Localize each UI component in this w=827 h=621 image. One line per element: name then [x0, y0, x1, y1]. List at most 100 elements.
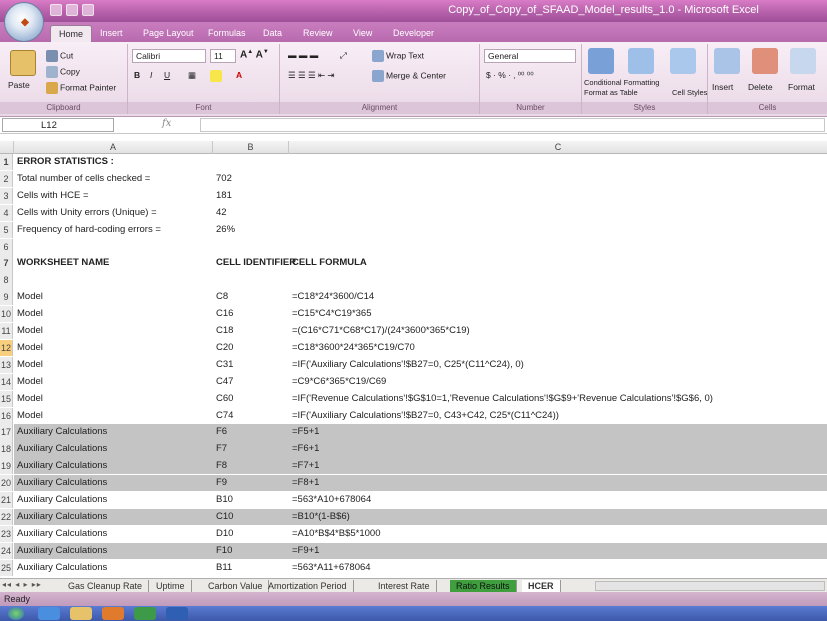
- cell-worksheet-name[interactable]: [14, 239, 213, 255]
- cell-worksheet-name[interactable]: Frequency of hard-coding errors =: [14, 222, 213, 238]
- tab-page-layout[interactable]: Page Layout: [135, 25, 202, 42]
- row-header[interactable]: 11: [0, 323, 13, 340]
- cell-worksheet-name[interactable]: Model: [14, 374, 213, 390]
- cell-worksheet-name[interactable]: Auxiliary Calculations: [14, 526, 213, 542]
- cell-formula[interactable]: [289, 205, 827, 221]
- cell-worksheet-name[interactable]: Model: [14, 289, 213, 305]
- row-header[interactable]: 8: [0, 272, 13, 289]
- cell-formula[interactable]: =(C16*C71*C68*C17)/(24*3600*365*C19): [289, 323, 827, 339]
- underline-button[interactable]: U: [164, 70, 170, 80]
- cell-worksheet-name[interactable]: Cells with HCE =: [14, 188, 213, 204]
- cell-identifier[interactable]: F8: [213, 458, 289, 475]
- cell-formula[interactable]: =F7+1: [289, 458, 827, 475]
- cell-identifier[interactable]: F7: [213, 441, 289, 458]
- row-header[interactable]: 3: [0, 187, 13, 205]
- cell-worksheet-name[interactable]: Auxiliary Calculations: [14, 458, 213, 475]
- grow-font-button[interactable]: A▲ A▼: [240, 49, 269, 60]
- cell-formula[interactable]: =563*A10+678064: [289, 492, 827, 508]
- cell-identifier[interactable]: C31: [213, 357, 289, 373]
- row-header[interactable]: 17: [0, 424, 13, 441]
- cell-worksheet-name[interactable]: Auxiliary Calculations: [14, 424, 213, 441]
- conditional-formatting-button[interactable]: Conditional Formatting: [584, 78, 659, 87]
- cell-identifier[interactable]: D10: [213, 526, 289, 542]
- sheet-tab[interactable]: HCER: [522, 580, 561, 592]
- cell-formula[interactable]: [289, 171, 827, 187]
- insert-cells-icon[interactable]: [714, 48, 740, 74]
- cell-formula[interactable]: [289, 272, 827, 288]
- cell-worksheet-name[interactable]: Model: [14, 408, 213, 424]
- cell-worksheet-name[interactable]: Auxiliary Calculations: [14, 475, 213, 492]
- font-size-select[interactable]: 11: [210, 49, 236, 63]
- tab-formulas[interactable]: Formulas: [200, 25, 254, 42]
- font-color-icon[interactable]: A: [236, 70, 242, 80]
- cell-identifier[interactable]: 702: [213, 171, 289, 187]
- cell-worksheet-name[interactable]: Auxiliary Calculations: [14, 441, 213, 458]
- cell-formula[interactable]: [289, 188, 827, 204]
- cell-formula[interactable]: =B10*(1-B$6): [289, 508, 827, 526]
- row-header[interactable]: 24: [0, 542, 13, 559]
- cell-worksheet-name[interactable]: Model: [14, 391, 213, 407]
- row-header[interactable]: 14: [0, 373, 13, 390]
- cell-identifier[interactable]: 42: [213, 205, 289, 221]
- row-header[interactable]: 4: [0, 204, 13, 221]
- format-button[interactable]: Format: [788, 82, 815, 92]
- cell-identifier[interactable]: C8: [213, 289, 289, 305]
- cell-identifier[interactable]: F6: [213, 424, 289, 441]
- paste-button[interactable]: Paste: [8, 80, 30, 90]
- tab-home[interactable]: Home: [50, 25, 93, 42]
- cell-worksheet-name[interactable]: Model: [14, 340, 213, 356]
- cell-worksheet-name[interactable]: [14, 272, 213, 288]
- tab-review[interactable]: Review: [295, 25, 341, 42]
- office-button[interactable]: ◆: [4, 2, 44, 42]
- cell-identifier[interactable]: 181: [213, 188, 289, 204]
- sheet-tab[interactable]: Uptime: [150, 580, 192, 592]
- sheet-tab[interactable]: Ratio Results: [450, 580, 517, 592]
- row-header[interactable]: 23: [0, 525, 13, 543]
- cell-formula[interactable]: =C15*C4*C19*365: [289, 306, 827, 322]
- cut-button[interactable]: Cut: [46, 50, 73, 62]
- start-icon[interactable]: [8, 607, 24, 620]
- cell-formula[interactable]: [289, 239, 827, 255]
- cell-identifier[interactable]: C74: [213, 408, 289, 424]
- wrap-text-button[interactable]: Wrap Text: [372, 50, 424, 62]
- cell-identifier[interactable]: C16: [213, 306, 289, 322]
- cell-identifier[interactable]: 26%: [213, 222, 289, 238]
- align-top-icon[interactable]: ▬ ▬ ▬: [288, 50, 318, 60]
- tab-data[interactable]: Data: [255, 25, 290, 42]
- cell-worksheet-name[interactable]: ERROR STATISTICS :: [14, 154, 213, 170]
- cell-formula[interactable]: =C18*24*3600/C14: [289, 289, 827, 305]
- row-header[interactable]: 15: [0, 390, 13, 407]
- cell-formula[interactable]: =IF('Auxiliary Calculations'!$B27=0, C25…: [289, 357, 827, 373]
- cell-formula[interactable]: [289, 222, 827, 238]
- explorer-icon[interactable]: [70, 607, 92, 620]
- format-cells-icon[interactable]: [790, 48, 816, 74]
- row-header[interactable]: 25: [0, 559, 13, 576]
- borders-icon[interactable]: ▦: [188, 70, 196, 81]
- cell-formula[interactable]: =A10*B$4*B$5*1000: [289, 526, 827, 542]
- cell-formula[interactable]: [289, 154, 827, 170]
- tab-insert[interactable]: Insert: [92, 25, 131, 42]
- number-format-select[interactable]: General: [484, 49, 576, 63]
- currency-icon[interactable]: $ · % · ‚ ⁰⁰ ⁰⁰: [486, 70, 534, 81]
- cell-identifier[interactable]: C18: [213, 323, 289, 339]
- cell-worksheet-name[interactable]: Model: [14, 357, 213, 373]
- excel-icon[interactable]: [134, 607, 156, 620]
- row-header[interactable]: 18: [0, 441, 13, 458]
- cell-worksheet-name[interactable]: WORKSHEET NAME: [14, 255, 213, 271]
- cell-identifier[interactable]: B11: [213, 560, 289, 576]
- insert-button[interactable]: Insert: [712, 82, 733, 92]
- format-table-button[interactable]: Format as Table: [584, 88, 638, 97]
- formula-input[interactable]: [200, 118, 825, 132]
- cell-formula[interactable]: CELL FORMULA: [289, 255, 827, 271]
- cell-worksheet-name[interactable]: Auxiliary Calculations: [14, 492, 213, 508]
- copy-button[interactable]: Copy: [46, 66, 80, 78]
- italic-button[interactable]: I: [150, 70, 152, 80]
- cell-formula[interactable]: =C9*C6*365*C19/C69: [289, 374, 827, 390]
- row-header[interactable]: 21: [0, 492, 13, 509]
- cell-worksheet-name[interactable]: Auxiliary Calculations: [14, 560, 213, 576]
- row-header[interactable]: 16: [0, 407, 13, 424]
- cell-identifier[interactable]: C47: [213, 374, 289, 390]
- column-header-b[interactable]: B: [213, 141, 289, 154]
- fill-color-icon[interactable]: [210, 70, 224, 82]
- fx-icon[interactable]: fx: [118, 118, 200, 132]
